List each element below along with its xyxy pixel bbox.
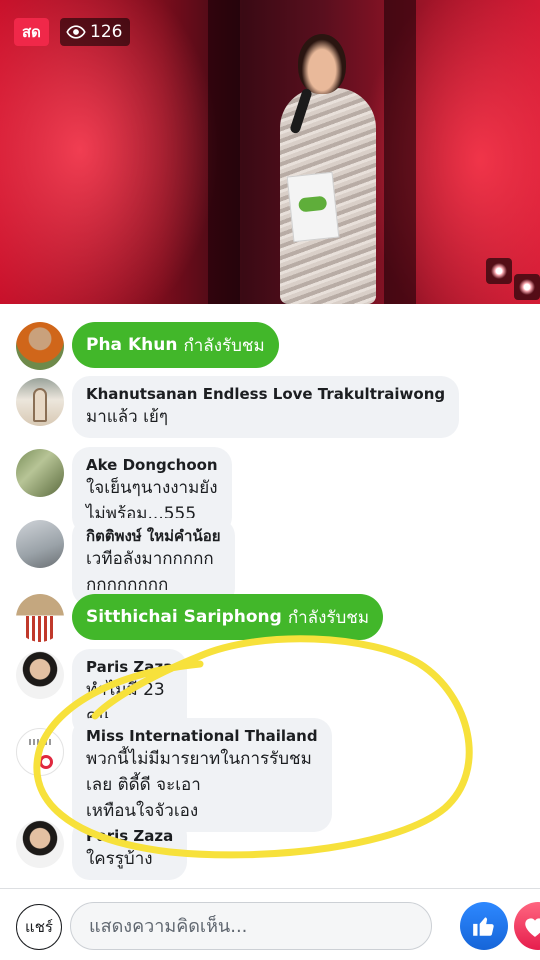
viewer-count: 126	[90, 22, 123, 42]
host-cue-card	[286, 171, 340, 243]
avatar[interactable]	[16, 449, 64, 497]
love-button[interactable]	[514, 902, 540, 950]
avatar[interactable]	[16, 520, 64, 568]
commenter-name[interactable]: Ake Dongchoon	[86, 455, 218, 475]
avatar[interactable]	[16, 594, 64, 642]
commenter-name[interactable]: Paris Zaza	[86, 826, 173, 846]
commenter-name[interactable]: Miss International Thailand	[86, 726, 318, 746]
thumbs-up-icon	[473, 917, 494, 936]
commenter-name[interactable]: Paris Zaza	[86, 657, 173, 677]
comment-composer: แชร์	[0, 888, 540, 960]
share-button[interactable]: แชร์	[16, 904, 62, 950]
comment-bubble: Miss International Thailand พวกนี้ไม่มีม…	[72, 718, 332, 832]
commenter-name[interactable]: Khanutsanan Endless Love Trakultraiwong	[86, 384, 445, 404]
joined-bubble: Pha Khun กำลังรับชม	[72, 322, 279, 368]
watching-status: กำลังรับชม	[287, 607, 370, 628]
commenter-name[interactable]: กิตติพงษ์ ใหม่คำน้อย	[86, 526, 221, 546]
avatar[interactable]	[16, 651, 64, 699]
stage-pillar	[384, 0, 416, 304]
comment-text-line: พวกนี้ไม่มีมารยาทในการรับชมเลย ติดี้ดี จ…	[86, 749, 312, 795]
heart-icon	[525, 918, 540, 937]
stage-pillar	[208, 0, 240, 304]
like-button[interactable]	[460, 902, 508, 950]
stage-spotlight	[486, 258, 512, 284]
comment-feed[interactable]: Pha Khun กำลังรับชม Khanutsanan Endless …	[0, 304, 540, 888]
commenter-name[interactable]: Sitthichai Sariphong	[86, 607, 282, 627]
stage-spotlight	[514, 274, 540, 300]
avatar[interactable]	[16, 322, 64, 370]
host-head	[298, 34, 346, 94]
live-badge: สด	[14, 18, 49, 46]
commenter-name[interactable]: Pha Khun	[86, 335, 177, 355]
comment-text: มาแล้ว เย้ๆ	[86, 407, 168, 427]
joined-bubble: Sitthichai Sariphong กำลังรับชม	[72, 594, 384, 640]
eye-icon	[66, 25, 86, 39]
viewer-count-badge: 126	[60, 18, 131, 46]
comment-bubble: Khanutsanan Endless Love Trakultraiwong …	[72, 376, 460, 438]
comment-input[interactable]	[70, 902, 432, 950]
live-video-player[interactable]: สด 126	[0, 0, 540, 304]
avatar[interactable]	[16, 728, 64, 776]
comment-text: ใครรูบ้าง	[86, 849, 153, 869]
avatar[interactable]	[16, 378, 64, 426]
comment-bubble: Paris Zaza ใครรูบ้าง	[72, 818, 188, 880]
avatar[interactable]	[16, 820, 64, 868]
comment-text: เวทีอลังมากกกกกกกกกกกกก	[86, 549, 214, 595]
watching-status: กำลังรับชม	[183, 335, 265, 356]
comment-bubble: กิตติพงษ์ ใหม่คำน้อย เวทีอลังมากกกกกกกกก…	[72, 518, 235, 606]
